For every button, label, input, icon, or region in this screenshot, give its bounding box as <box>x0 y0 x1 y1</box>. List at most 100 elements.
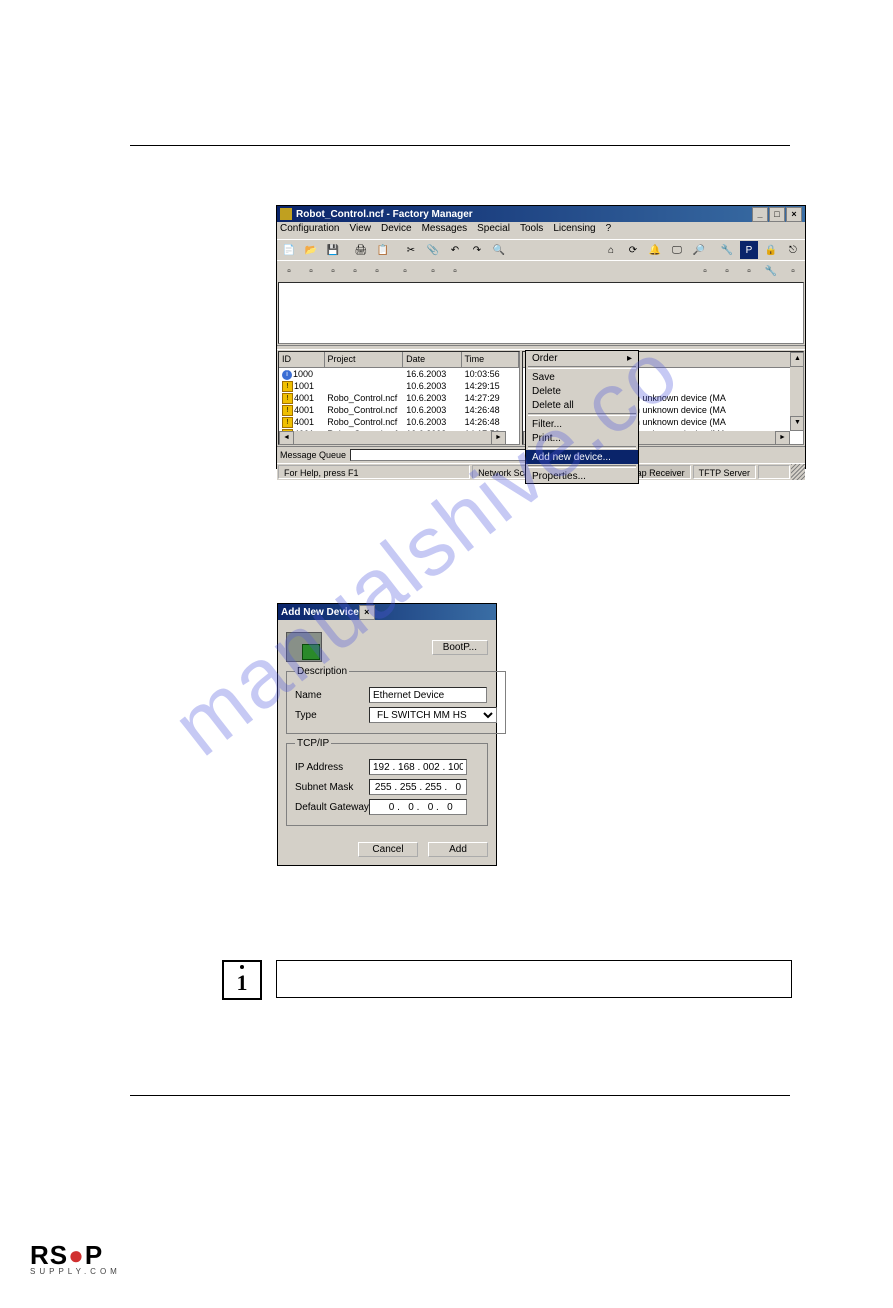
print-icon[interactable]: 🖨 <box>351 240 371 260</box>
bootp-button[interactable]: BootP... <box>432 640 488 655</box>
minimize-button[interactable]: _ <box>752 207 768 222</box>
table-row[interactable]: !4001Robo_Control.ncf10.6.200314:27:29 <box>279 392 519 404</box>
list-header[interactable]: ID Project Date Time <box>279 352 519 368</box>
factory-manager-window: Robot_Control.ncf - Factory Manager _ □ … <box>276 205 806 469</box>
name-label: Name <box>295 690 369 701</box>
message-queue-label: Message Queue <box>280 450 346 460</box>
toolbar-secondary: ▫ ▫ ▫ ▫ ▫ ▫ ▫ ▫ ▫ ▫ ▫ 🔧 ▫ <box>277 260 805 281</box>
menu-item[interactable]: Order▸ <box>526 351 638 365</box>
menubar[interactable]: Configuration View Device Messages Speci… <box>277 222 805 239</box>
canvas-area[interactable] <box>278 282 804 344</box>
cut-icon[interactable]: ✂ <box>401 240 421 260</box>
dialog-title: Add New Device <box>281 607 359 618</box>
mask-field[interactable] <box>369 779 467 795</box>
menu-help[interactable]: ? <box>606 223 612 238</box>
t2-5-icon[interactable]: ▫ <box>367 261 387 281</box>
t2r-4-icon[interactable]: 🔧 <box>761 261 781 281</box>
t2-4-icon[interactable]: ▫ <box>345 261 365 281</box>
status-blank <box>758 465 790 479</box>
resize-grip[interactable] <box>791 464 805 480</box>
context-menu: Order▸ SaveDeleteDelete all Filter...Print… <box>525 350 639 484</box>
menu-device[interactable]: Device <box>381 223 412 238</box>
t2-8-icon[interactable]: ▫ <box>445 261 465 281</box>
add-new-device-dialog: Add New Device × BootP... Description Na… <box>277 603 497 866</box>
dialog-close-button[interactable]: × <box>359 605 375 620</box>
menu-item[interactable]: Delete all <box>526 398 638 412</box>
table-row[interactable]: !4001Robo_Control.ncf10.6.200314:26:48 <box>279 416 519 428</box>
window-title: Robot_Control.ncf - Factory Manager <box>296 209 473 220</box>
t2-3-icon[interactable]: ▫ <box>323 261 343 281</box>
col-time[interactable]: Time <box>462 352 519 367</box>
find-icon[interactable]: 🔍 <box>489 240 509 260</box>
ip-field[interactable] <box>369 759 467 775</box>
lock-icon[interactable]: 🔒 <box>761 240 781 260</box>
col-date[interactable]: Date <box>403 352 461 367</box>
mask-label: Subnet Mask <box>295 782 369 793</box>
message-list[interactable]: ID Project Date Time i100016.6.200310:03… <box>278 351 520 445</box>
cancel-button[interactable]: Cancel <box>358 842 418 857</box>
menu-licensing[interactable]: Licensing <box>553 223 595 238</box>
type-select[interactable]: FL SWITCH MM HS <box>369 707 497 723</box>
gateway-label: Default Gateway <box>295 802 369 813</box>
menu-item[interactable]: Print... <box>526 431 638 445</box>
menu-item[interactable]: Add new device... <box>526 450 638 464</box>
menu-item[interactable]: Filter... <box>526 417 638 431</box>
copy-icon[interactable]: 📋 <box>373 240 393 260</box>
save-icon[interactable]: 💾 <box>323 240 343 260</box>
dialog-titlebar[interactable]: Add New Device × <box>278 604 496 620</box>
menu-item[interactable]: Save <box>526 370 638 384</box>
park-icon[interactable]: P <box>739 240 759 260</box>
t2r-3-icon[interactable]: ▫ <box>739 261 759 281</box>
status-tftp-server: TFTP Server <box>693 465 756 479</box>
t2r-2-icon[interactable]: ▫ <box>717 261 737 281</box>
new-icon[interactable]: 📄 <box>279 240 299 260</box>
menu-configuration[interactable]: Configuration <box>280 223 339 238</box>
screen-icon[interactable]: 🖵 <box>667 240 687 260</box>
rsp-logo: RS●RSPP SUPPLY.COM <box>30 1240 121 1276</box>
open-icon[interactable]: 📂 <box>301 240 321 260</box>
description-group: Description Name Type FL SWITCH MM HS <box>286 666 506 734</box>
menu-item[interactable]: Properties... <box>526 469 638 483</box>
menu-view[interactable]: View <box>349 223 371 238</box>
t2-6-icon[interactable]: ▫ <box>395 261 415 281</box>
device-icon <box>286 632 322 662</box>
name-field[interactable] <box>369 687 487 703</box>
table-row[interactable]: !100110.6.200314:29:15 <box>279 380 519 392</box>
window-titlebar[interactable]: Robot_Control.ncf - Factory Manager _ □ … <box>277 206 805 222</box>
maximize-button[interactable]: □ <box>769 207 785 222</box>
search2-icon[interactable]: 🔎 <box>689 240 709 260</box>
msg-v-scrollbar[interactable]: ▲▼ <box>790 352 803 431</box>
exit-icon[interactable]: ⎋ <box>783 240 803 260</box>
menu-tools[interactable]: Tools <box>520 223 543 238</box>
t2r-1-icon[interactable]: ▫ <box>695 261 715 281</box>
table-row[interactable]: !4001Robo_Control.ncf10.6.200314:26:48 <box>279 404 519 416</box>
t2-1-icon[interactable]: ▫ <box>279 261 299 281</box>
toolbar-main: 📄 📂 💾 🖨 📋 ✂ 📎 ↶ ↷ 🔍 ⌂ ⟳ 🔔 🖵 🔎 🔧 P 🔒 <box>277 239 805 260</box>
add-button[interactable]: Add <box>428 842 488 857</box>
close-button[interactable]: × <box>786 207 802 222</box>
menu-item[interactable]: Delete <box>526 384 638 398</box>
type-label: Type <box>295 710 369 721</box>
list-h-scrollbar[interactable]: ◄► <box>279 431 506 444</box>
undo-icon[interactable]: ↶ <box>445 240 465 260</box>
tcpip-legend: TCP/IP <box>295 738 331 749</box>
col-id[interactable]: ID <box>279 352 325 367</box>
menu-special[interactable]: Special <box>477 223 510 238</box>
menu-messages[interactable]: Messages <box>422 223 468 238</box>
t2r-5-icon[interactable]: ▫ <box>783 261 803 281</box>
col-project[interactable]: Project <box>325 352 404 367</box>
refresh-icon[interactable]: ⟳ <box>623 240 643 260</box>
tool-icon[interactable]: 🔧 <box>717 240 737 260</box>
t2-2-icon[interactable]: ▫ <box>301 261 321 281</box>
tcpip-group: TCP/IP IP Address Subnet Mask Default Ga… <box>286 738 488 826</box>
bell-icon[interactable]: 🔔 <box>645 240 665 260</box>
paste-icon[interactable]: 📎 <box>423 240 443 260</box>
gateway-field[interactable] <box>369 799 467 815</box>
redo-icon[interactable]: ↷ <box>467 240 487 260</box>
table-row[interactable]: i100016.6.200310:03:56 <box>279 368 519 380</box>
section-divider-bottom <box>130 1095 790 1096</box>
info-icon: 1 <box>222 960 262 1000</box>
t2-7-icon[interactable]: ▫ <box>423 261 443 281</box>
home-icon[interactable]: ⌂ <box>601 240 621 260</box>
ip-label: IP Address <box>295 762 369 773</box>
